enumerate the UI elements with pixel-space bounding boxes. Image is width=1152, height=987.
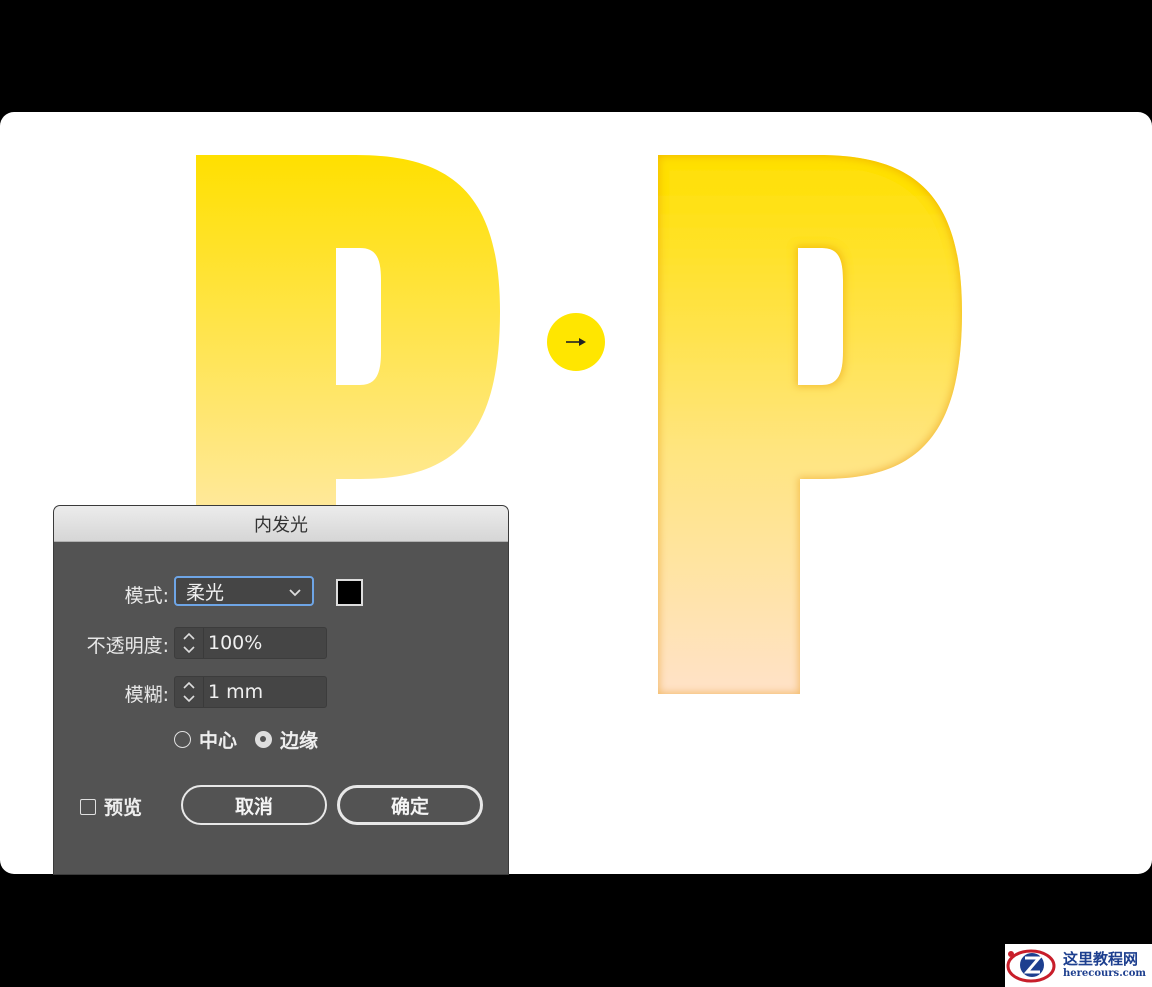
- blur-input[interactable]: 1 mm: [208, 677, 263, 707]
- chevron-up-down-icon: [183, 632, 195, 654]
- chevron-up-down-icon: [183, 681, 195, 703]
- watermark-logo: 这里教程网 herecours.com: [1005, 944, 1152, 987]
- inner-glow-dialog: 内发光 模式: 柔光 不透明度: 100% 模糊: 1 mm 中心 边缘 预览 …: [54, 506, 508, 874]
- site-logo-icon: [1006, 949, 1056, 983]
- ok-button[interactable]: 确定: [337, 785, 483, 825]
- letter-p-before: [196, 155, 500, 522]
- radio-center[interactable]: [174, 731, 191, 748]
- arrow-circle: [547, 313, 605, 371]
- opacity-label: 不透明度:: [86, 635, 169, 657]
- blur-stepper[interactable]: 1 mm: [174, 676, 327, 708]
- arrow-right-icon: [566, 338, 586, 346]
- preview-row: 预览: [80, 793, 142, 820]
- letter-p-after: [658, 155, 962, 694]
- mode-select[interactable]: 柔光: [174, 576, 314, 606]
- radio-edge[interactable]: [255, 731, 273, 748]
- stepper-arrows[interactable]: [175, 628, 204, 658]
- mode-value: 柔光: [186, 581, 225, 604]
- opacity-input[interactable]: 100%: [208, 628, 262, 658]
- preview-label: 预览: [104, 797, 143, 819]
- blur-label: 模糊:: [124, 684, 169, 706]
- opacity-stepper[interactable]: 100%: [174, 627, 327, 659]
- glow-color-swatch[interactable]: [336, 579, 363, 606]
- dialog-title: 内发光: [54, 506, 508, 542]
- radio-center-label: 中心: [199, 730, 238, 752]
- watermark-url: herecours.com: [1063, 968, 1147, 979]
- source-radio-group: 中心 边缘: [174, 726, 318, 753]
- watermark-title: 这里教程网: [1063, 950, 1139, 968]
- preview-checkbox[interactable]: [80, 798, 96, 815]
- mode-label: 模式:: [124, 585, 169, 607]
- stepper-arrows[interactable]: [175, 677, 204, 707]
- chevron-down-icon: [289, 589, 301, 597]
- radio-edge-label: 边缘: [280, 730, 319, 752]
- cancel-button[interactable]: 取消: [181, 785, 327, 825]
